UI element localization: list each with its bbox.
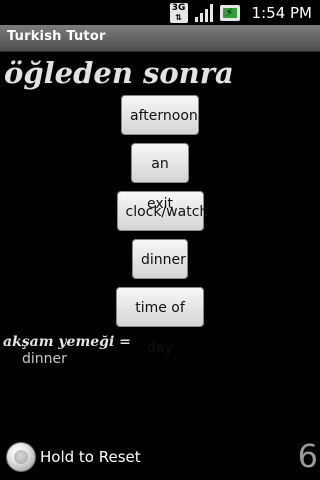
app-title: Turkish Tutor: [7, 29, 106, 44]
previous-translation: dinner: [22, 351, 67, 367]
signal-bars-icon: [194, 3, 214, 23]
answer-choices: afternoon an exit clock/watch dinner tim…: [0, 95, 320, 356]
reset-knob-icon[interactable]: [6, 442, 36, 472]
quiz-prompt-word: öğleden sonra: [4, 56, 234, 90]
status-bar: 3G ⇅ ⚡ 1:54 PM: [0, 0, 320, 25]
choice-afternoon-button[interactable]: afternoon: [121, 95, 199, 135]
hold-to-reset-control[interactable]: Hold to Reset: [6, 441, 141, 473]
choice-an-exit-button[interactable]: an exit: [131, 143, 189, 212]
network-arrows-icon: ⇅: [175, 13, 182, 22]
status-icons: 3G ⇅ ⚡ 1:54 PM: [169, 3, 312, 23]
previous-answer: akşam yemeği = dinner: [3, 334, 317, 369]
network-3g-icon: 3G ⇅: [169, 3, 188, 23]
previous-term: akşam yemeği =: [3, 334, 131, 350]
app-title-bar: Turkish Tutor: [0, 25, 320, 52]
choice-clock-watch-button[interactable]: clock/watch: [116, 191, 208, 231]
status-time: 1:54 PM: [251, 4, 312, 22]
network-badge-label: 3G: [171, 3, 186, 13]
reset-label: Hold to Reset: [40, 448, 141, 466]
choice-dinner-button[interactable]: dinner: [132, 239, 188, 279]
score-counter: 6: [297, 437, 318, 475]
battery-charging-icon: ⚡: [219, 4, 242, 22]
choice-time-of-day-button[interactable]: time of day: [116, 287, 204, 356]
